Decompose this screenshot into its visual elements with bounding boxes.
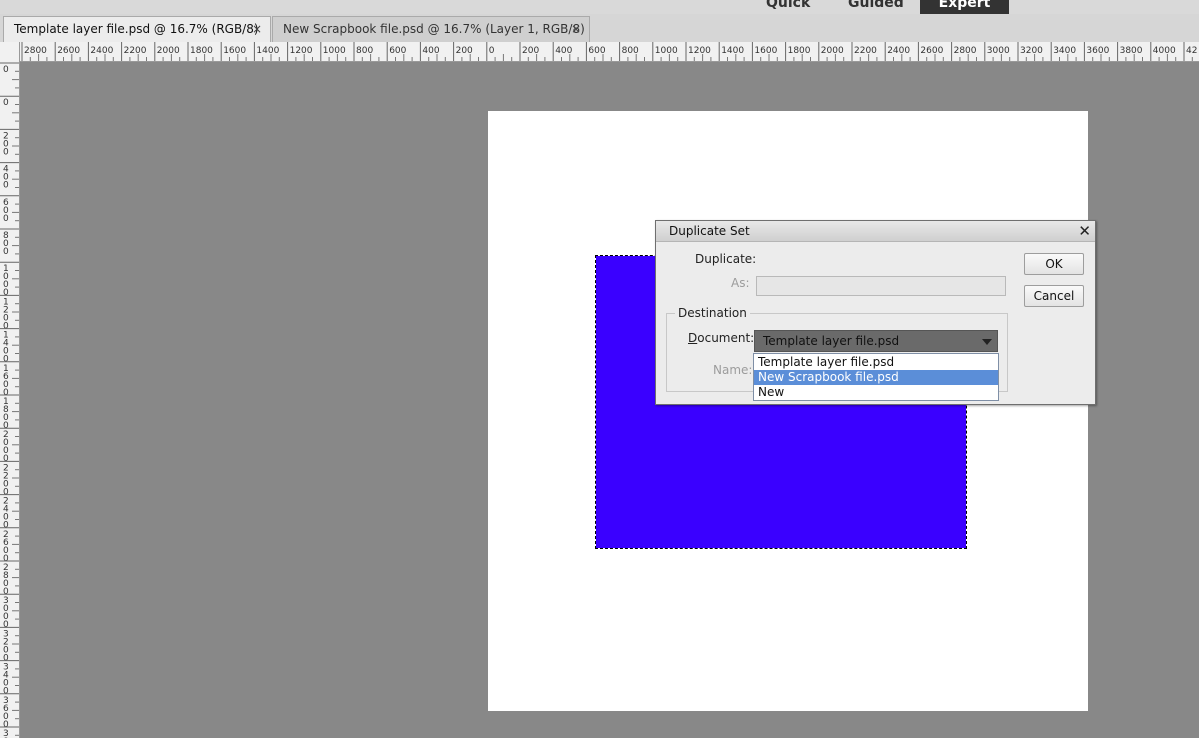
ruler-label: 200	[456, 46, 473, 56]
ruler-label: 3600	[1086, 46, 1109, 56]
mode-quick-button[interactable]: Quick	[766, 0, 810, 14]
ruler-label: 3200	[1020, 46, 1043, 56]
document-select-value: Template layer file.psd	[763, 334, 900, 348]
as-label: As:	[731, 276, 750, 290]
vertical-ruler-ticks: 0020040060080010001200140016001800200022…	[0, 62, 19, 738]
horizontal-ruler[interactable]: 2800 2600 2400 2200 2000 1800 1600 1400 1200 1000…	[20, 42, 1199, 62]
document-label-accelerator: D	[688, 331, 698, 345]
ruler-label: 1800	[788, 46, 811, 56]
ruler-label: 800	[622, 46, 639, 56]
document-dropdown-list: Template layer file.psd New Scrapbook fi…	[753, 353, 999, 401]
tab-label: New Scrapbook file.psd @ 16.7% (Layer 1,…	[283, 22, 585, 36]
ruler-label: 600	[588, 46, 605, 56]
tab-label: Template layer file.psd @ 16.7% (RGB/8)	[14, 22, 259, 36]
vertical-ruler[interactable]: 0020040060080010001200140016001800200022…	[0, 61, 20, 738]
ruler-label: 1400	[721, 46, 744, 56]
document-tab-bar: Template layer file.psd @ 16.7% (RGB/8) …	[0, 14, 1199, 43]
ruler-label: 1200	[290, 46, 313, 56]
dropdown-option-new-scrapbook-file[interactable]: New Scrapbook file.psd	[754, 370, 998, 385]
ruler-label: 0	[3, 98, 9, 108]
ruler-label: 42	[1186, 46, 1197, 56]
dialog-title: Duplicate Set	[669, 224, 750, 238]
mode-bar: Quick Guided Expert	[0, 0, 1199, 14]
mode-guided-button[interactable]: Guided	[848, 0, 904, 14]
ruler-label: 2200	[124, 46, 147, 56]
tab-close-icon[interactable]: ×	[571, 17, 581, 41]
ruler-label: 1200	[688, 46, 711, 56]
close-icon[interactable]: ✕	[1078, 221, 1091, 241]
document-label: Document:	[688, 331, 754, 345]
dropdown-option-new[interactable]: New	[754, 385, 998, 400]
ruler-label: 1600	[754, 46, 777, 56]
horizontal-ruler-ticks: 2800 2600 2400 2200 2000 1800 1600 1400 1200 1000…	[21, 42, 1197, 61]
ruler-label: 0	[3, 214, 9, 224]
ruler-label: 2000	[821, 46, 844, 56]
ruler-label: 400	[422, 46, 439, 56]
ruler-corner	[0, 42, 20, 62]
tab-close-icon[interactable]: ×	[252, 17, 262, 41]
ruler-label: 1400	[256, 46, 279, 56]
ruler-label: 1000	[323, 46, 346, 56]
ruler-label: 600	[389, 46, 406, 56]
chevron-down-icon	[982, 339, 992, 345]
ruler-label: 3000	[987, 46, 1010, 56]
ruler-label: 1600	[223, 46, 246, 56]
ruler-label: 0	[3, 147, 9, 157]
ruler-label: 4000	[1153, 46, 1176, 56]
ruler-label: 0	[3, 65, 9, 75]
name-label: Name:	[713, 363, 753, 377]
document-label-text: ocument:	[697, 331, 755, 345]
tab-template-layer-file[interactable]: Template layer file.psd @ 16.7% (RGB/8) …	[3, 16, 271, 42]
ruler-label: 1000	[655, 46, 678, 56]
duplicate-label: Duplicate:	[695, 252, 757, 266]
ruler-label: 2800	[954, 46, 977, 56]
mode-expert-button[interactable]: Expert	[920, 0, 1009, 14]
dropdown-option-template-layer-file[interactable]: Template layer file.psd	[754, 355, 998, 370]
ruler-label: 3800	[1120, 46, 1143, 56]
ruler-label: 1800	[190, 46, 213, 56]
ruler-label: 800	[356, 46, 373, 56]
ruler-label: 2400	[90, 46, 113, 56]
ruler-label: 0	[3, 247, 9, 257]
as-input[interactable]	[756, 276, 1006, 296]
tab-new-scrapbook-file[interactable]: New Scrapbook file.psd @ 16.7% (Layer 1,…	[272, 16, 590, 42]
dialog-title-bar[interactable]: Duplicate Set ✕	[656, 221, 1095, 242]
ruler-label: 2600	[57, 46, 80, 56]
cancel-button[interactable]: Cancel	[1024, 285, 1084, 307]
ruler-label: 2800	[24, 46, 47, 56]
document-select[interactable]: Template layer file.psd	[754, 330, 998, 352]
ruler-label: 2600	[920, 46, 943, 56]
ok-button[interactable]: OK	[1024, 253, 1084, 275]
ruler-label: 0	[3, 181, 9, 191]
ruler-label: 200	[522, 46, 539, 56]
ruler-label: 0	[489, 46, 495, 56]
ruler-label: 3400	[1053, 46, 1076, 56]
ruler-label: 400	[555, 46, 572, 56]
ruler-label: 2000	[157, 46, 180, 56]
destination-legend: Destination	[675, 306, 750, 320]
ruler-label: 2400	[887, 46, 910, 56]
ruler-label: 2200	[854, 46, 877, 56]
